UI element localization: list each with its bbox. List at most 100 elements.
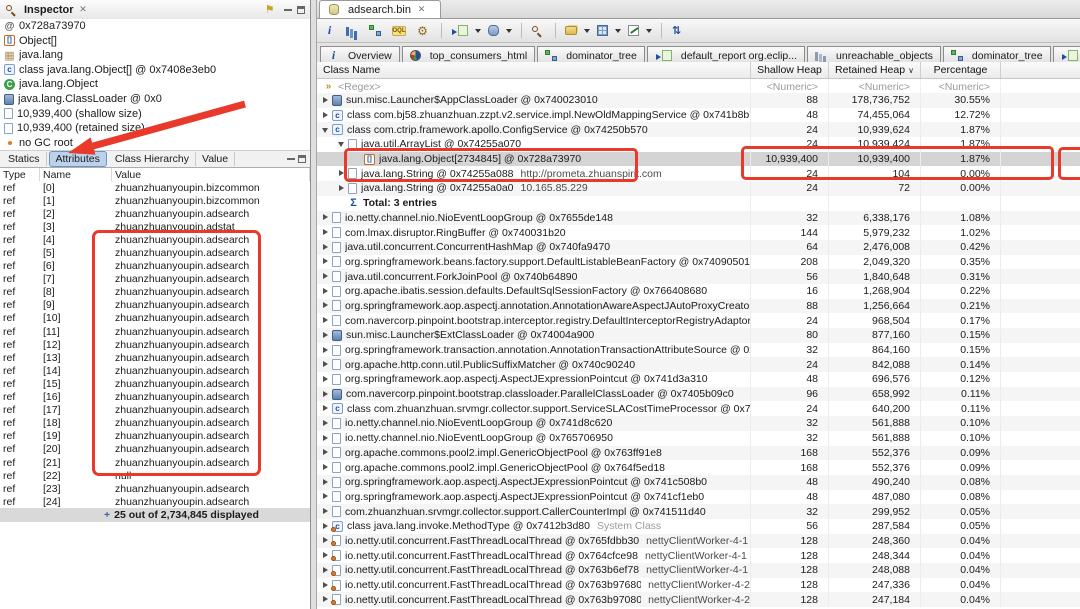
collapse-icon[interactable] bbox=[321, 125, 331, 135]
chart-button[interactable] bbox=[628, 25, 652, 36]
tree-row[interactable]: org.springframework.transaction.annotati… bbox=[317, 343, 1080, 358]
expand-icon[interactable] bbox=[321, 521, 331, 531]
expand-icon[interactable] bbox=[321, 110, 331, 120]
class-name-cell[interactable]: io.netty.util.concurrent.FastThreadLocal… bbox=[317, 578, 751, 593]
chevron-down-icon[interactable] bbox=[615, 29, 621, 33]
expand-icon[interactable] bbox=[321, 316, 331, 326]
table-row[interactable]: ref[18]zhuanzhuanyoupin.adsearch bbox=[0, 417, 310, 430]
table-row[interactable]: ref[21]zhuanzhuanyoupin.adsearch bbox=[0, 456, 310, 469]
inspector-tab-attributes[interactable]: Attributes bbox=[49, 151, 107, 167]
numeric-filter-input[interactable]: <Numeric> bbox=[829, 79, 921, 94]
table-row[interactable]: ref[7]zhuanzhuanyoupin.adsearch bbox=[0, 273, 310, 286]
table-row[interactable]: ref[15]zhuanzhuanyoupin.adsearch bbox=[0, 377, 310, 390]
chevron-down-icon[interactable] bbox=[646, 29, 652, 33]
inspector-item[interactable]: ▦java.lang bbox=[0, 48, 310, 63]
table-footer[interactable]: + 25 out of 2,734,845 displayed bbox=[0, 508, 310, 522]
expand-icon[interactable] bbox=[321, 536, 331, 546]
table-row[interactable]: ref[6]zhuanzhuanyoupin.adsearch bbox=[0, 260, 310, 273]
column-header-value[interactable]: Value bbox=[112, 168, 310, 181]
tree-row[interactable]: java.lang.String @ 0x74255a088http://pro… bbox=[317, 166, 1080, 181]
class-name-cell[interactable]: org.springframework.aop.aspectj.AspectJE… bbox=[317, 372, 751, 387]
expand-icon[interactable] bbox=[337, 169, 347, 179]
expand-icon[interactable] bbox=[321, 272, 331, 282]
class-name-cell[interactable]: io.netty.util.concurrent.FastThreadLocal… bbox=[317, 592, 751, 607]
column-header-percentage[interactable]: Percentage bbox=[921, 62, 1001, 78]
class-name-cell[interactable]: io.netty.channel.nio.NioEventLoopGroup @… bbox=[317, 211, 751, 226]
tree-row[interactable]: cclass com.ctrip.framework.apollo.Config… bbox=[317, 122, 1080, 137]
numeric-filter-input[interactable]: <Numeric> bbox=[921, 79, 1001, 94]
column-header-name[interactable]: Name bbox=[40, 168, 112, 181]
column-header-retained-heap[interactable]: Retained Heap∨ bbox=[829, 62, 921, 78]
class-name-cell[interactable]: io.netty.channel.nio.NioEventLoopGroup @… bbox=[317, 416, 751, 431]
class-name-cell[interactable]: org.springframework.beans.factory.suppor… bbox=[317, 255, 751, 270]
table-row[interactable]: ref[13]zhuanzhuanyoupin.adsearch bbox=[0, 351, 310, 364]
class-name-cell[interactable]: java.lang.String @ 0x74255a088http://pro… bbox=[317, 166, 751, 181]
tree-row[interactable]: java.util.concurrent.ConcurrentHashMap @… bbox=[317, 240, 1080, 255]
tree-row[interactable]: org.springframework.aop.aspectj.annotati… bbox=[317, 299, 1080, 314]
minimize-icon[interactable] bbox=[287, 155, 295, 163]
tree-row[interactable]: ΣTotal: 3 entries bbox=[317, 196, 1080, 211]
table-row[interactable]: ref[19]zhuanzhuanyoupin.adsearch bbox=[0, 430, 310, 443]
class-name-cell[interactable]: ΣTotal: 3 entries bbox=[317, 196, 751, 211]
inspector-item[interactable]: 10,939,400 (shallow size) bbox=[0, 106, 310, 121]
dominator-tree-button[interactable] bbox=[369, 25, 385, 36]
class-name-cell[interactable]: cclass java.lang.invoke.MethodType @ 0x7… bbox=[317, 519, 751, 534]
maximize-icon[interactable] bbox=[298, 155, 306, 163]
tree-row[interactable]: com.zhuanzhuan.srvmgr.collector.support.… bbox=[317, 504, 1080, 519]
column-header-shallow-heap[interactable]: Shallow Heap bbox=[751, 62, 829, 78]
tree-row[interactable]: org.springframework.beans.factory.suppor… bbox=[317, 255, 1080, 270]
gear-button[interactable]: ⚙ bbox=[417, 25, 432, 36]
collapse-icon[interactable] bbox=[337, 139, 347, 149]
minimize-icon[interactable] bbox=[284, 6, 292, 14]
tree-row[interactable]: com.navercorp.pinpoint.bootstrap.classlo… bbox=[317, 387, 1080, 402]
expand-icon[interactable] bbox=[321, 492, 331, 502]
class-name-cell[interactable]: org.apache.ibatis.session.defaults.Defau… bbox=[317, 284, 751, 299]
maximize-icon[interactable] bbox=[297, 6, 305, 14]
tree-row[interactable]: io.netty.util.concurrent.FastThreadLocal… bbox=[317, 534, 1080, 549]
column-header-class-name[interactable]: Class Name bbox=[317, 62, 751, 78]
tree-row[interactable]: org.springframework.aop.aspectj.AspectJE… bbox=[317, 372, 1080, 387]
tree-row[interactable]: io.netty.util.concurrent.FastThreadLocal… bbox=[317, 578, 1080, 593]
table-row[interactable]: ref[20]zhuanzhuanyoupin.adsearch bbox=[0, 443, 310, 456]
histogram-button[interactable] bbox=[346, 25, 362, 36]
tree-row[interactable]: java.lang.String @ 0x74255a0a010.165.85.… bbox=[317, 181, 1080, 196]
table-row[interactable]: ref[23]zhuanzhuanyoupin.adsearch bbox=[0, 482, 310, 495]
class-name-cell[interactable]: org.apache.http.conn.util.PublicSuffixMa… bbox=[317, 357, 751, 372]
editor-tab-adsearch-bin[interactable]: adsearch.bin ✕ bbox=[319, 0, 441, 18]
export-button[interactable] bbox=[488, 25, 512, 36]
group-button[interactable] bbox=[565, 26, 590, 35]
table-row[interactable]: ref[4]zhuanzhuanyoupin.adsearch bbox=[0, 233, 310, 246]
class-name-cell[interactable]: java.lang.String @ 0x74255a0a010.165.85.… bbox=[317, 181, 751, 196]
class-name-cell[interactable]: io.netty.util.concurrent.FastThreadLocal… bbox=[317, 534, 751, 549]
expand-icon[interactable] bbox=[321, 345, 331, 355]
tree-row[interactable]: java.util.concurrent.ForkJoinPool @ 0x74… bbox=[317, 269, 1080, 284]
expand-icon[interactable] bbox=[321, 95, 331, 105]
tree-row[interactable]: cclass com.zhuanzhuan.srvmgr.collector.s… bbox=[317, 401, 1080, 416]
class-name-cell[interactable]: io.netty.channel.nio.NioEventLoopGroup @… bbox=[317, 431, 751, 446]
expand-icon[interactable] bbox=[321, 404, 331, 414]
tree-row[interactable]: org.apache.commons.pool2.impl.GenericObj… bbox=[317, 460, 1080, 475]
calculator-button[interactable] bbox=[597, 25, 621, 36]
class-name-cell[interactable]: java.util.concurrent.ConcurrentHashMap @… bbox=[317, 240, 751, 255]
class-name-cell[interactable]: java.util.concurrent.ForkJoinPool @ 0x74… bbox=[317, 269, 751, 284]
table-row[interactable]: ref[2]zhuanzhuanyoupin.adsearch bbox=[0, 207, 310, 220]
class-name-cell[interactable]: org.springframework.aop.aspectj.annotati… bbox=[317, 299, 751, 314]
expand-icon[interactable] bbox=[321, 330, 331, 340]
tree-row[interactable]: com.navercorp.pinpoint.bootstrap.interce… bbox=[317, 313, 1080, 328]
inspector-tab-value[interactable]: Value bbox=[196, 152, 235, 166]
compare-button[interactable]: ⇅ bbox=[671, 25, 686, 36]
expand-icon[interactable] bbox=[321, 374, 331, 384]
table-row[interactable]: ref[14]zhuanzhuanyoupin.adsearch bbox=[0, 364, 310, 377]
expand-icon[interactable] bbox=[321, 433, 331, 443]
tree-row[interactable]: cclass java.lang.invoke.MethodType @ 0x7… bbox=[317, 519, 1080, 534]
oql-button[interactable]: OQL bbox=[392, 26, 410, 36]
column-header-type[interactable]: Type bbox=[0, 168, 40, 181]
tree-row[interactable]: org.springframework.aop.aspectj.AspectJE… bbox=[317, 490, 1080, 505]
class-name-cell[interactable]: java.util.ArrayList @ 0x74255a070 bbox=[317, 137, 751, 152]
table-row[interactable]: ref[5]zhuanzhuanyoupin.adsearch bbox=[0, 246, 310, 259]
info-button[interactable]: i bbox=[324, 25, 339, 36]
expand-icon[interactable] bbox=[321, 507, 331, 517]
expand-icon[interactable] bbox=[321, 213, 331, 223]
class-name-cell[interactable]: io.netty.util.concurrent.FastThreadLocal… bbox=[317, 563, 751, 578]
numeric-filter-input[interactable]: <Numeric> bbox=[751, 79, 829, 94]
